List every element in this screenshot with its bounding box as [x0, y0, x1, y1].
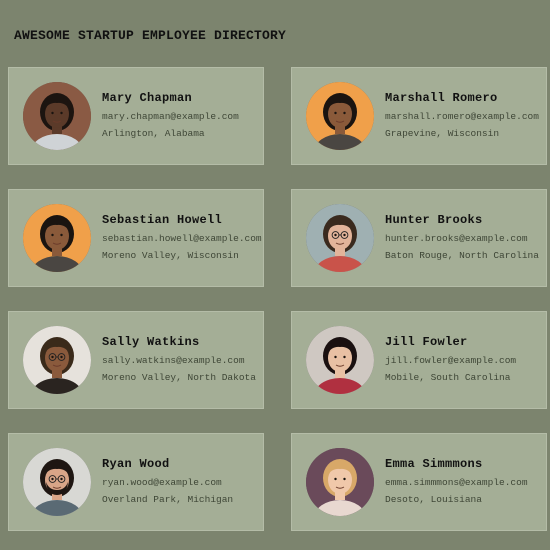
employee-info: Jill Fowler jill.fowler@example.com Mobi… [385, 335, 546, 384]
employee-name: Mary Chapman [102, 91, 193, 105]
employee-card[interactable]: Marshall Romero marshall.romero@example.… [291, 67, 547, 165]
portrait-man-beard-glasses-avatar [23, 448, 91, 516]
employee-info: Mary Chapman mary.chapman@example.com Ar… [102, 91, 263, 140]
employee-card[interactable]: Emma Simmmons emma.simmmons@example.com … [291, 433, 547, 531]
employee-email: emma.simmmons@example.com [385, 477, 528, 488]
employee-location: Moreno Valley, Wisconsin [102, 250, 239, 261]
portrait-photo [306, 326, 374, 394]
employee-info: Marshall Romero marshall.romero@example.… [385, 91, 546, 140]
employee-email: ryan.wood@example.com [102, 477, 222, 488]
employee-info: Hunter Brooks hunter.brooks@example.com … [385, 213, 546, 262]
employee-email: sally.watkins@example.com [102, 355, 245, 366]
employee-location: Grapevine, Wisconsin [385, 128, 500, 139]
employee-email: hunter.brooks@example.com [385, 233, 528, 244]
portrait-man-orange-background-avatar [306, 82, 374, 150]
portrait-photo [23, 326, 91, 394]
employee-card[interactable]: Sebastian Howell sebastian.howell@exampl… [8, 189, 264, 287]
employee-name: Marshall Romero [385, 91, 498, 105]
portrait-man-orange-background-avatar [23, 204, 91, 272]
employee-email: mary.chapman@example.com [102, 111, 239, 122]
employee-info: Sally Watkins sally.watkins@example.com … [102, 335, 263, 384]
employee-card[interactable]: Sally Watkins sally.watkins@example.com … [8, 311, 264, 409]
portrait-woman-dark-hair-avatar [306, 326, 374, 394]
employee-info: Sebastian Howell sebastian.howell@exampl… [102, 213, 263, 262]
employee-card[interactable]: Hunter Brooks hunter.brooks@example.com … [291, 189, 547, 287]
employee-card[interactable]: Mary Chapman mary.chapman@example.com Ar… [8, 67, 264, 165]
employee-name: Hunter Brooks [385, 213, 483, 227]
portrait-man-glasses-avatar [306, 204, 374, 272]
employee-info: Emma Simmmons emma.simmmons@example.com … [385, 457, 546, 506]
employee-location: Baton Rouge, North Carolina [385, 250, 539, 261]
employee-location: Desoto, Louisiana [385, 494, 482, 505]
employee-email: marshall.romero@example.com [385, 111, 539, 122]
employee-name: Jill Fowler [385, 335, 468, 349]
employee-location: Moreno Valley, North Dakota [102, 372, 256, 383]
employee-name: Sally Watkins [102, 335, 200, 349]
portrait-photo [23, 204, 91, 272]
portrait-photo [306, 82, 374, 150]
employee-email: sebastian.howell@example.com [102, 233, 262, 244]
employee-name: Sebastian Howell [102, 213, 223, 227]
employee-location: Mobile, South Carolina [385, 372, 511, 383]
page-title: AWESOME STARTUP EMPLOYEE DIRECTORY [14, 28, 287, 43]
employee-email: jill.fowler@example.com [385, 355, 517, 366]
employee-name: Ryan Wood [102, 457, 170, 471]
portrait-photo [306, 448, 374, 516]
employee-card[interactable]: Jill Fowler jill.fowler@example.com Mobi… [291, 311, 547, 409]
portrait-woman-glasses-avatar [23, 326, 91, 394]
employee-name: Emma Simmmons [385, 457, 483, 471]
employee-grid: Mary Chapman mary.chapman@example.com Ar… [8, 67, 548, 531]
employee-card[interactable]: Ryan Wood ryan.wood@example.com Overland… [8, 433, 264, 531]
employee-location: Overland Park, Michigan [102, 494, 234, 505]
employee-location: Arlington, Alabama [102, 128, 205, 139]
portrait-woman-curly-hair-avatar [23, 82, 91, 150]
employee-info: Ryan Wood ryan.wood@example.com Overland… [102, 457, 263, 506]
portrait-photo [23, 448, 91, 516]
portrait-photo [23, 82, 91, 150]
portrait-woman-blonde-avatar [306, 448, 374, 516]
portrait-photo [306, 204, 374, 272]
